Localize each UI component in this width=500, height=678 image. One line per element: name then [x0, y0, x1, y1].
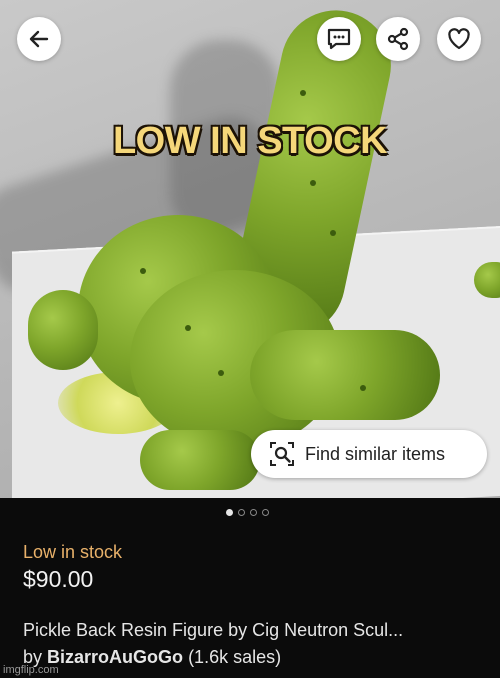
stock-status: Low in stock: [23, 542, 123, 562]
seller-byline: by BizarroAuGoGo (1.6k sales): [23, 647, 281, 668]
message-seller-button[interactable]: [317, 17, 361, 61]
carousel-indicator: [226, 509, 269, 516]
carousel-dot[interactable]: [250, 509, 257, 516]
pickle-bump: [360, 385, 366, 391]
back-button[interactable]: [17, 17, 61, 61]
pickle-arm: [28, 290, 98, 370]
sales-count: (1.6k sales): [188, 647, 282, 667]
watermark: imgflip.com: [3, 664, 59, 676]
seller-name-link[interactable]: BizarroAuGoGo: [47, 647, 183, 667]
listing-title[interactable]: Pickle Back Resin Figure by Cig Neutron …: [23, 620, 403, 641]
carousel-dot[interactable]: [262, 509, 269, 516]
listing-screen: LOW IN STOCK Find similar items Low in s…: [0, 0, 500, 678]
pickle-foot: [140, 430, 260, 490]
favorite-button[interactable]: [437, 17, 481, 61]
message-icon: [327, 28, 351, 50]
pickle-bump: [140, 268, 146, 274]
pickle-bump: [218, 370, 224, 376]
share-icon: [387, 27, 409, 51]
carousel-dot[interactable]: [226, 509, 233, 516]
product-photo[interactable]: LOW IN STOCK Find similar items: [0, 0, 500, 498]
pickle-bump: [310, 180, 316, 186]
arrow-left-icon: [29, 30, 49, 48]
pickle-bump: [185, 325, 191, 331]
find-similar-button[interactable]: Find similar items: [251, 430, 487, 478]
price: $90.00: [23, 566, 94, 592]
share-button[interactable]: [376, 17, 420, 61]
meme-caption: LOW IN STOCK: [112, 120, 388, 162]
carousel-dot[interactable]: [238, 509, 245, 516]
heart-icon: [448, 28, 470, 50]
pickle-bump: [330, 230, 336, 236]
find-similar-label: Find similar items: [305, 443, 446, 464]
pickle-bump: [300, 90, 306, 96]
pickle-leg: [250, 330, 440, 420]
visual-search-icon: [270, 442, 294, 466]
